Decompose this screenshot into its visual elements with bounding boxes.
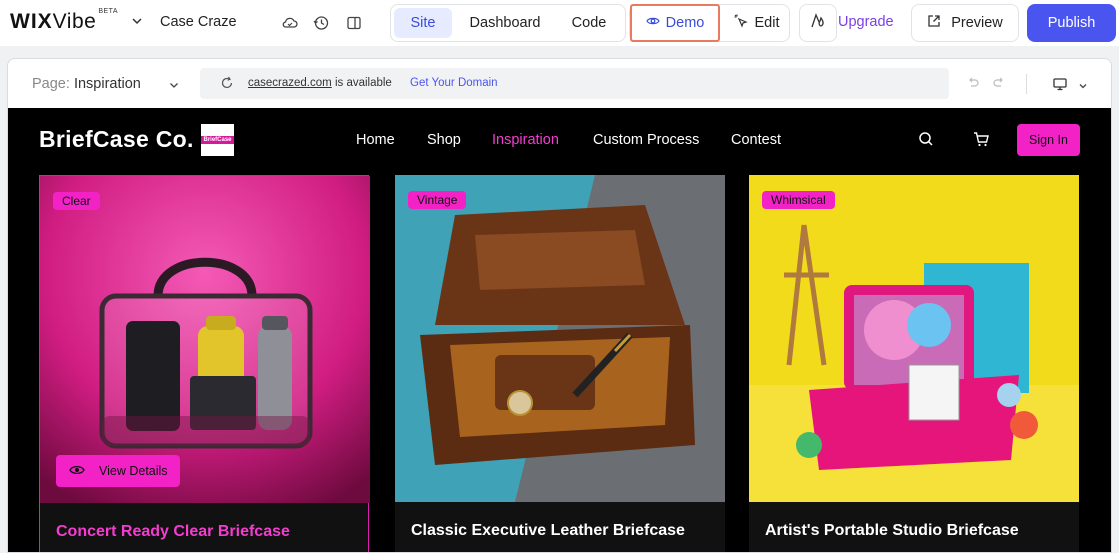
sign-in-button[interactable]: Sign In: [1017, 124, 1080, 156]
undo-icon[interactable]: [966, 76, 980, 95]
url-bar: Page: Inspiration casecrazed.com is avai…: [8, 59, 1111, 108]
site-preview-frame: Page: Inspiration casecrazed.com is avai…: [7, 58, 1112, 553]
page-prefix: Page:: [32, 76, 70, 92]
tab-dashboard[interactable]: Dashboard: [457, 8, 553, 38]
nav-inspiration[interactable]: Inspiration: [492, 132, 559, 148]
product-image-leather-briefcase: [395, 175, 725, 502]
eye-icon: [645, 14, 660, 32]
external-link-icon: [927, 14, 941, 32]
get-domain-link[interactable]: Get Your Domain: [410, 77, 498, 89]
product-card[interactable]: Vintage Classic Executive Leather Briefc…: [395, 175, 725, 552]
eye-icon: [69, 462, 85, 481]
nav-contest[interactable]: Contest: [731, 132, 781, 148]
preview-label: Preview: [951, 15, 1003, 31]
product-title[interactable]: Classic Executive Leather Briefcase: [411, 522, 685, 540]
history-icon[interactable]: [311, 13, 331, 33]
cloud-sync-icon[interactable]: [280, 13, 300, 33]
brand-logo-text: BriefCase: [201, 136, 234, 144]
demo-button[interactable]: Demo: [630, 4, 720, 42]
publish-button[interactable]: Publish: [1027, 4, 1116, 42]
logo-wordmark: WIXVibe: [10, 10, 97, 33]
tab-code[interactable]: Code: [557, 8, 621, 38]
product-image-clear-briefcase: [40, 176, 370, 503]
nav-shop[interactable]: Shop: [427, 132, 461, 148]
category-tag: Whimsical: [762, 191, 835, 209]
nav-home[interactable]: Home: [356, 132, 395, 148]
upgrade-icon-button[interactable]: [799, 4, 837, 42]
tab-site[interactable]: Site: [394, 8, 452, 38]
product-title[interactable]: Concert Ready Clear Briefcase: [56, 523, 290, 541]
address-bar: casecrazed.com is available Get Your Dom…: [200, 68, 949, 99]
mode-switcher: Site Dashboard Code: [390, 4, 626, 42]
page-selector[interactable]: Page: Inspiration: [32, 76, 141, 92]
demo-edit-switcher: Demo Edit: [629, 4, 790, 42]
demo-label: Demo: [665, 15, 705, 31]
brand-logo[interactable]: BriefCase: [201, 124, 234, 156]
wix-vibe-logo[interactable]: WIXVibe BETA: [10, 8, 118, 36]
cart-icon[interactable]: [973, 131, 990, 152]
chevron-down-icon: [1078, 78, 1088, 96]
beta-badge: BETA: [98, 8, 119, 15]
chevron-down-icon[interactable]: [130, 14, 144, 28]
view-details-button[interactable]: View Details: [56, 455, 180, 487]
product-card[interactable]: Whimsical Artist's Portable Studio Brief…: [749, 175, 1079, 552]
domain-name: casecrazed.com: [248, 77, 332, 89]
edit-label: Edit: [754, 15, 780, 31]
desktop-icon: [1052, 76, 1068, 97]
availability-text: is available: [334, 77, 392, 89]
undo-redo-group: [966, 76, 1006, 95]
redo-icon[interactable]: [992, 76, 1006, 95]
view-details-label: View Details: [99, 464, 168, 478]
category-tag: Vintage: [408, 191, 467, 209]
edit-button[interactable]: Edit: [724, 5, 788, 41]
category-tag: Clear: [53, 192, 100, 210]
product-title[interactable]: Artist's Portable Studio Briefcase: [765, 522, 1019, 540]
site-name[interactable]: Case Craze: [160, 14, 237, 30]
search-icon[interactable]: [918, 131, 934, 152]
product-card[interactable]: Clear View Details Concert Ready Clear B…: [39, 175, 370, 552]
panel-layout-icon[interactable]: [344, 13, 364, 33]
domain-availability: casecrazed.com is available: [248, 77, 392, 89]
site-brand[interactable]: BriefCase Co.: [39, 126, 194, 153]
product-image-artist-briefcase: [749, 175, 1079, 502]
reload-icon[interactable]: [220, 76, 234, 95]
nav-custom-process[interactable]: Custom Process: [593, 132, 699, 148]
upgrade-link[interactable]: Upgrade: [838, 14, 894, 30]
chevron-down-icon[interactable]: [168, 78, 180, 96]
preview-button[interactable]: Preview: [911, 4, 1019, 42]
editor-top-bar: WIXVibe BETA Case Craze Site Dashboard C…: [0, 0, 1119, 46]
website-canvas: BriefCase Co. BriefCase Home Shop Inspir…: [8, 108, 1111, 552]
divider: [1026, 74, 1027, 94]
page-name: Inspiration: [73, 76, 141, 92]
cursor-click-icon: [733, 13, 749, 33]
device-selector[interactable]: [1052, 76, 1088, 97]
upgrade-icon: [808, 11, 828, 36]
